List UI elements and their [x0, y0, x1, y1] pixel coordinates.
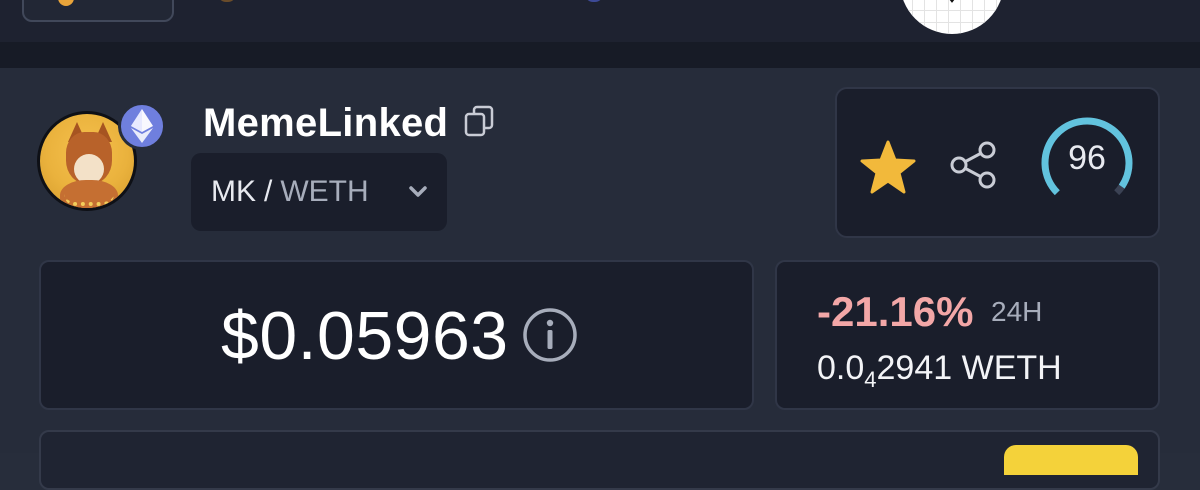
network-icon[interactable] — [585, 0, 603, 2]
token-name: MemeLinked — [203, 101, 449, 145]
ethereum-icon — [118, 102, 166, 150]
coin-icon — [58, 0, 74, 6]
logo-mark-icon — [949, 0, 955, 3]
next-section-card — [39, 430, 1160, 490]
price-weth: 0.042941 WETH — [817, 348, 1062, 400]
pair-base: MK — [211, 175, 256, 208]
weth-unit: WETH — [961, 349, 1062, 387]
weth-prefix: 0.0 — [817, 349, 865, 387]
info-icon[interactable] — [521, 306, 579, 364]
yellow-action-chip[interactable] — [1004, 445, 1138, 475]
token-actions-card: 96 — [835, 87, 1160, 238]
network-icon[interactable] — [218, 0, 236, 2]
chevron-down-icon — [409, 186, 427, 197]
pair-separator: / — [264, 175, 273, 208]
pair-quote: WETH — [280, 175, 369, 208]
pair-selector[interactable]: MK / WETH — [191, 153, 447, 231]
top-selector-button[interactable] — [22, 0, 174, 22]
weth-zero-count: 4 — [864, 367, 877, 392]
star-icon[interactable] — [859, 139, 917, 197]
price-card: $0.05963 — [39, 260, 754, 410]
weth-digits: 2941 — [876, 349, 953, 387]
change-period: 24H — [991, 296, 1043, 327]
change-percent: -21.16% — [817, 288, 974, 335]
gold-chain — [64, 194, 114, 206]
site-logo[interactable] — [900, 0, 1004, 34]
share-icon[interactable] — [947, 139, 999, 191]
top-navigation-bar — [0, 0, 1200, 68]
price-usd: $0.05963 — [221, 298, 509, 374]
score-value: 96 — [1068, 138, 1106, 177]
price-change-card: -21.16% 24H 0.042941 WETH — [775, 260, 1160, 410]
copy-icon[interactable] — [462, 104, 496, 138]
